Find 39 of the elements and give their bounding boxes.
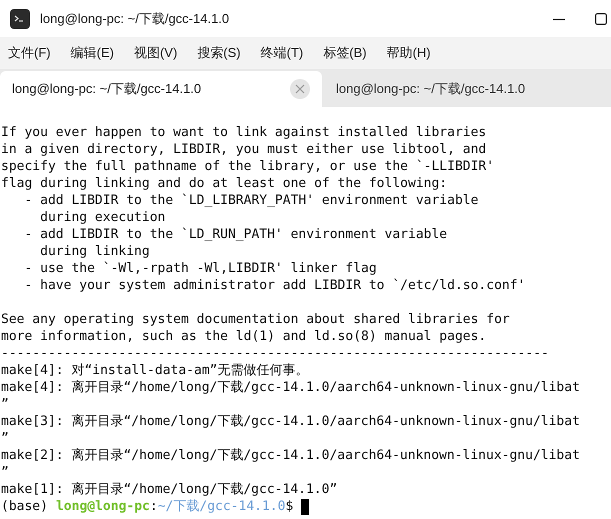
menu-item[interactable]: 视图(V) <box>134 44 186 62</box>
menu-item[interactable]: 终端(T) <box>260 44 312 62</box>
menu-item[interactable]: 搜索(S) <box>197 44 250 62</box>
prompt-path: ~/下载/gcc-14.1.0 <box>158 498 286 515</box>
terminal-line: See any operating system documentation about shared libraries for <box>0 311 510 328</box>
prompt-separator: : <box>150 498 158 515</box>
terminal-line: ” <box>0 464 9 481</box>
terminal-line: make[2]: 离开目录“/home/long/下载/gcc-14.1.0/aarch64-unknown-linux-gnu/libat <box>0 447 580 464</box>
terminal-line: ” <box>0 430 9 447</box>
tab[interactable]: long@long-pc: ~/下载/gcc-14.1.0 <box>322 71 538 107</box>
window-title: long@long-pc: ~/下载/gcc-14.1.0 <box>40 10 230 28</box>
terminal-line: flag during linking and do at least one of the following: <box>0 175 448 192</box>
terminal-line: ---------------------------------------------------------------------- <box>0 345 549 362</box>
terminal-line: make[4]: 离开目录“/home/long/下载/gcc-14.1.0/aarch64-unknown-linux-gnu/libat <box>0 379 580 396</box>
terminal-line: - use the `-Wl,-rpath -Wl,LIBDIR' linker flag <box>23 260 377 277</box>
terminal-line: ” <box>0 396 9 413</box>
menu-item[interactable]: 文件(F) <box>8 44 60 62</box>
menu-item[interactable]: 标签(B) <box>323 44 376 62</box>
prompt-user: long@long-pc <box>56 498 150 515</box>
terminal-line: make[3]: 离开目录“/home/long/下载/gcc-14.1.0/aarch64-unknown-linux-gnu/libat <box>0 413 580 430</box>
terminal-line: make[1]: 离开目录“/home/long/下载/gcc-14.1.0” <box>0 481 338 498</box>
terminal-line: during execution <box>39 209 166 226</box>
prompt-env: (base) <box>1 498 48 515</box>
terminal-line: - add LIBDIR to the `LD_RUN_PATH' environment variable <box>23 226 448 243</box>
terminal-line: If you ever happen to want to link against installed libraries <box>0 124 486 141</box>
maximize-icon[interactable] <box>595 12 607 24</box>
terminal-line: - add LIBDIR to the `LD_LIBRARY_PATH' environment variable <box>23 192 478 209</box>
menu-item[interactable]: 编辑(E) <box>70 44 123 62</box>
terminal-line: specify the full pathname of the library, or use the `-LLIBDIR' <box>0 158 494 175</box>
terminal-icon <box>10 8 30 28</box>
prompt-symbol: $ <box>285 498 294 515</box>
terminal-line: make[4]: 对“install-data-am”无需做任何事。 <box>0 362 308 379</box>
close-icon[interactable] <box>290 79 310 99</box>
terminal-line: during linking <box>39 243 150 260</box>
terminal-line: in a given directory, LIBDIR, you must either use libtool, and <box>0 141 486 158</box>
menu-item[interactable]: 帮助(H) <box>386 44 440 62</box>
terminal-line: more information, such as the ld(1) and ld.so(8) manual pages. <box>0 328 486 345</box>
terminal-line: - have your system administrator add LIBDIR to `/etc/ld.so.conf' <box>23 277 526 294</box>
tab[interactable]: long@long-pc: ~/下载/gcc-14.1.0 <box>0 71 322 107</box>
